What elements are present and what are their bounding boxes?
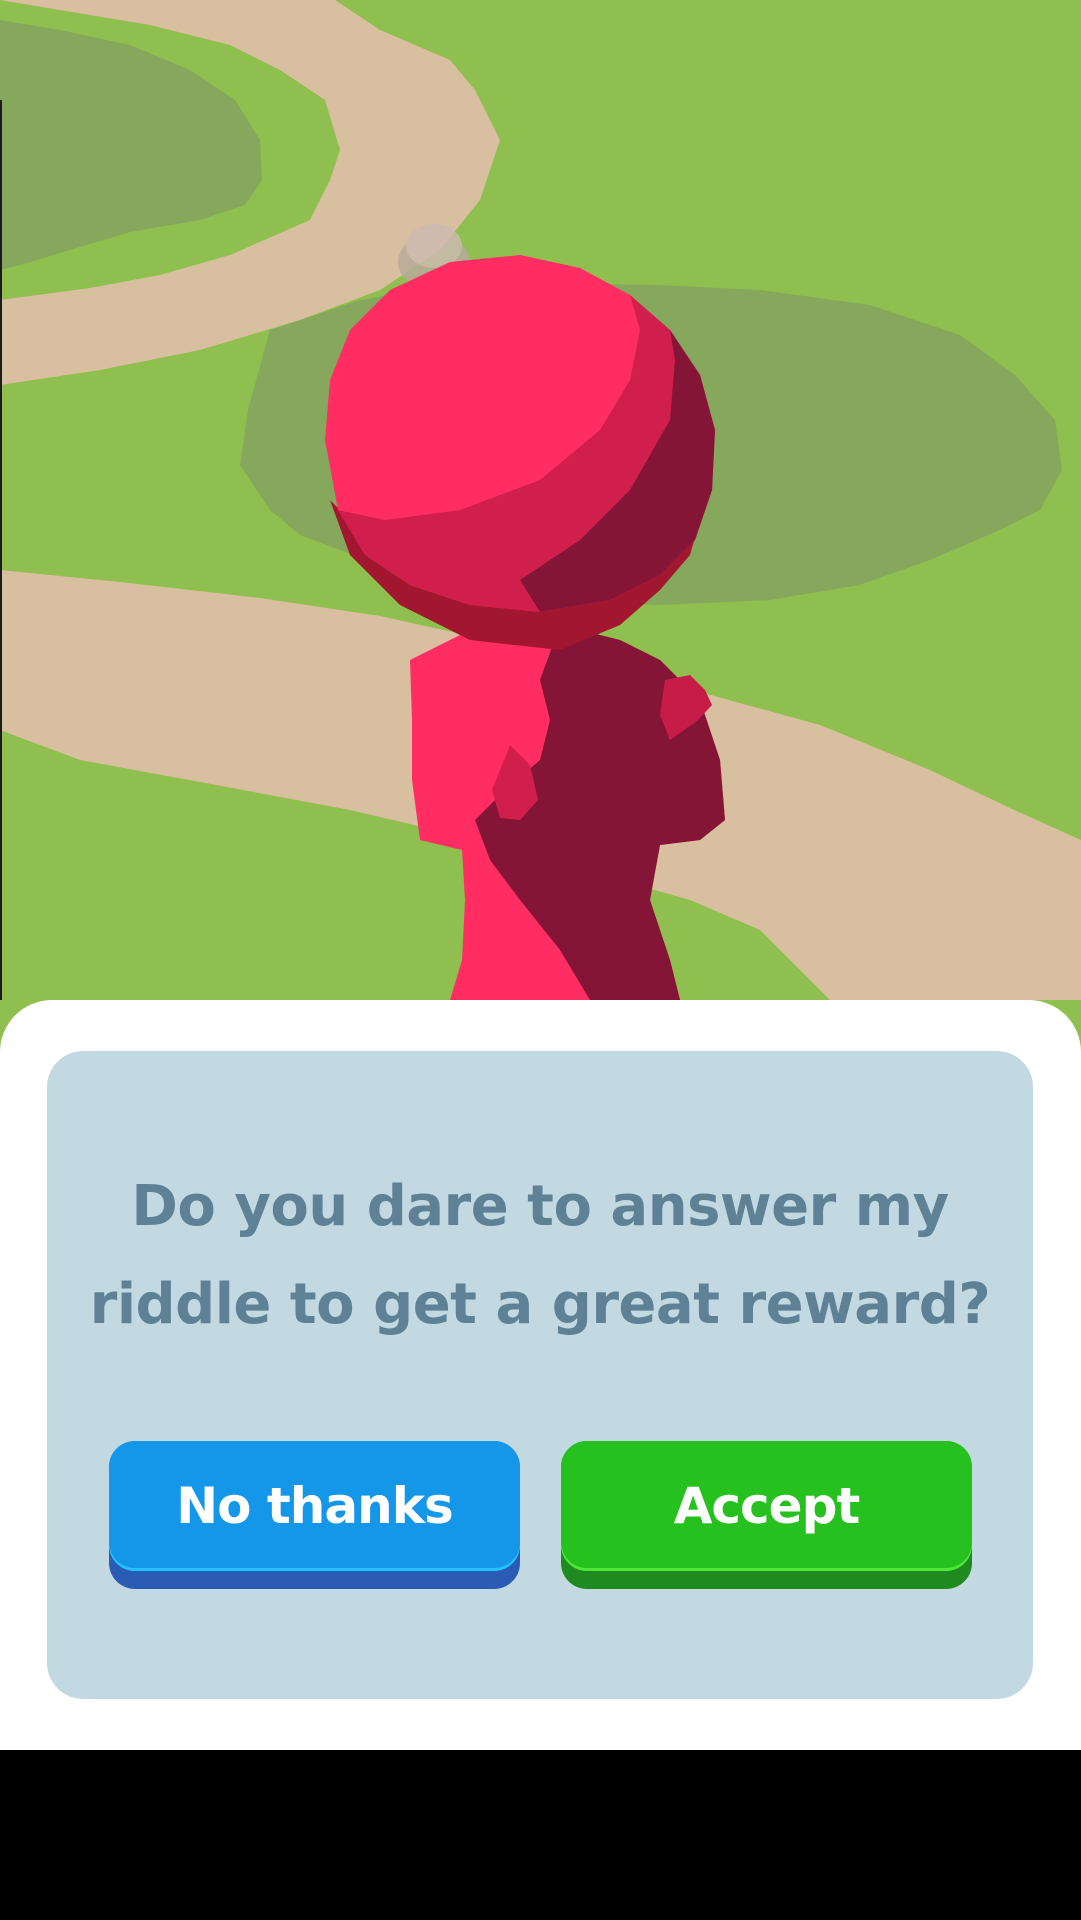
accept-button[interactable]: Accept bbox=[561, 1441, 972, 1589]
riddle-dialog-sheet: Do you dare to answer my riddle to get a… bbox=[0, 1000, 1081, 1750]
accept-button-label: Accept bbox=[561, 1441, 972, 1571]
screen-edge-divider bbox=[0, 100, 2, 1000]
game-world-view bbox=[0, 0, 1081, 1100]
game-screen: Do you dare to answer my riddle to get a… bbox=[0, 0, 1081, 1920]
no-thanks-button[interactable]: No thanks bbox=[109, 1441, 520, 1589]
riddle-dialog-panel: Do you dare to answer my riddle to get a… bbox=[47, 1051, 1033, 1699]
riddle-question-text: Do you dare to answer my riddle to get a… bbox=[89, 1174, 991, 1337]
no-thanks-button-label: No thanks bbox=[109, 1441, 520, 1571]
